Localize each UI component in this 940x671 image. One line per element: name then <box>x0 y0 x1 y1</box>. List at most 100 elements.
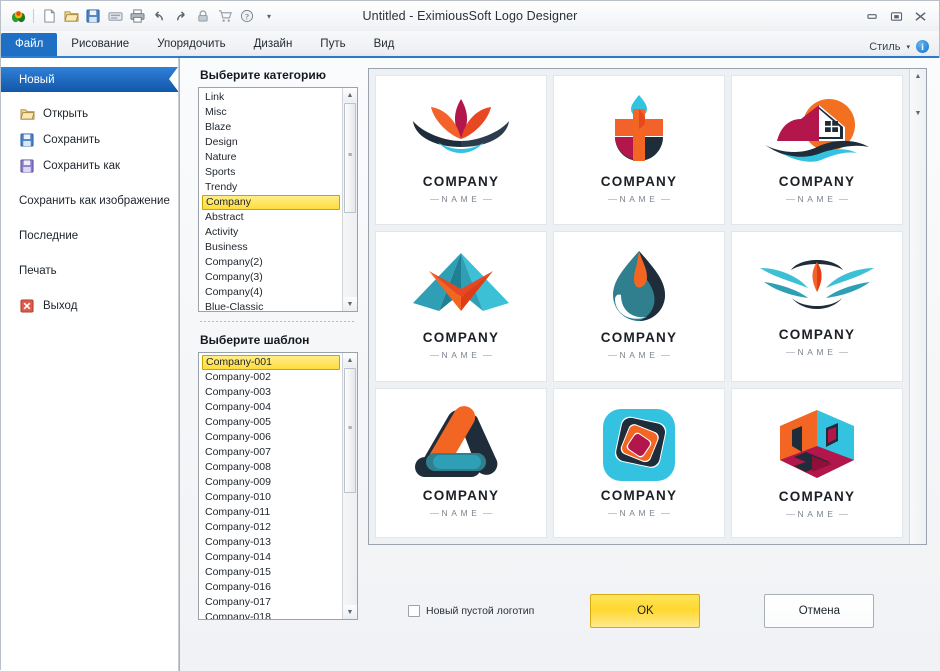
logo-name-text: NAME <box>429 350 493 360</box>
list-item[interactable]: Blue-Classic <box>202 300 342 311</box>
list-item[interactable]: Company-012 <box>202 520 342 535</box>
logo-cell-cross-drop[interactable]: COMPANY NAME <box>553 75 725 226</box>
template-section-title: Выберите шаблон <box>200 333 310 347</box>
list-item[interactable]: Company-011 <box>202 505 342 520</box>
file-menu-item-save-as-image[interactable]: Сохранить как изображение <box>1 188 178 214</box>
list-item[interactable]: Company-008 <box>202 460 342 475</box>
file-menu-item-save[interactable]: Сохранить <box>1 127 178 153</box>
scrollbar-thumb[interactable] <box>910 84 926 106</box>
list-item[interactable]: Link <box>202 90 342 105</box>
maximize-button[interactable] <box>889 10 903 22</box>
print-icon[interactable] <box>126 5 148 27</box>
scroll-down-icon[interactable]: ▼ <box>343 297 357 311</box>
help-icon[interactable]: ? <box>236 5 258 27</box>
logo-caption: COMPANY NAME <box>423 174 499 207</box>
scroll-down-icon[interactable]: ▼ <box>343 605 357 619</box>
list-item[interactable]: Company-018 <box>202 610 342 619</box>
list-item[interactable]: Business <box>202 240 342 255</box>
blank-logo-checkbox[interactable] <box>408 605 420 617</box>
minimize-button[interactable] <box>865 10 879 22</box>
new-document-icon[interactable] <box>38 5 60 27</box>
list-item[interactable]: Company-004 <box>202 400 342 415</box>
list-item[interactable]: Company(2) <box>202 255 342 270</box>
blank-logo-checkbox-wrap[interactable]: Новый пустой логотип <box>408 605 534 617</box>
list-item-selected[interactable]: Company-001 <box>202 355 340 370</box>
list-item[interactable]: Company-014 <box>202 550 342 565</box>
tab-path[interactable]: Путь <box>306 33 359 56</box>
close-button[interactable] <box>913 10 927 22</box>
file-menu-label: Последние <box>19 230 79 242</box>
save-icon[interactable] <box>82 5 104 27</box>
scroll-up-icon[interactable]: ▲ <box>343 353 357 367</box>
list-item[interactable]: Abstract <box>202 210 342 225</box>
style-selector[interactable]: Стиль ▾ i <box>869 40 939 56</box>
file-menu-item-open[interactable]: Открыть <box>1 101 178 127</box>
tab-view[interactable]: Вид <box>360 33 409 56</box>
tab-drawing[interactable]: Рисование <box>57 33 143 56</box>
file-menu-item-exit[interactable]: Выход <box>1 293 178 319</box>
list-item[interactable]: Company-010 <box>202 490 342 505</box>
file-menu-item-new[interactable]: Новый <box>1 67 178 92</box>
tab-design[interactable]: Дизайн <box>240 33 307 56</box>
template-scrollbar[interactable]: ▲ ≡ ▼ <box>342 353 357 619</box>
ok-button[interactable]: OK <box>590 594 701 628</box>
list-item[interactable]: Trendy <box>202 180 342 195</box>
app-logo-icon[interactable] <box>7 5 29 27</box>
logo-cell-lotus[interactable]: COMPANY NAME <box>375 75 547 226</box>
list-item[interactable]: Company-009 <box>202 475 342 490</box>
redo-icon[interactable] <box>170 5 192 27</box>
list-item[interactable]: Design <box>202 135 342 150</box>
list-item[interactable]: Company-005 <box>202 415 342 430</box>
logo-cell-cube-3d[interactable]: COMPANY NAME <box>731 387 903 538</box>
logo-caption: COMPANY NAME <box>601 488 677 521</box>
list-item[interactable]: Company-007 <box>202 445 342 460</box>
list-item-selected[interactable]: Company <box>202 195 340 210</box>
list-item[interactable]: Company-013 <box>202 535 342 550</box>
cart-icon[interactable] <box>214 5 236 27</box>
lock-icon[interactable] <box>192 5 214 27</box>
file-menu-item-print[interactable]: Печать <box>1 258 178 284</box>
list-item[interactable]: Company-003 <box>202 385 342 400</box>
file-menu-label: Открыть <box>43 108 89 120</box>
category-scrollbar[interactable]: ▲ ≡ ▼ <box>342 88 357 311</box>
cancel-button[interactable]: Отмена <box>764 594 875 628</box>
list-item[interactable]: Company-017 <box>202 595 342 610</box>
scroll-up-icon[interactable]: ▲ <box>343 88 357 102</box>
list-item[interactable]: Nature <box>202 150 342 165</box>
file-menu-item-recent[interactable]: Последние <box>1 223 178 249</box>
logo-cell-house-sun[interactable]: COMPANY NAME <box>731 75 903 226</box>
logo-cell-water-drop[interactable]: COMPANY NAME <box>553 231 725 382</box>
chevron-down-icon[interactable]: ▾ <box>906 43 910 51</box>
logo-company-text: COMPANY <box>778 488 856 504</box>
template-listbox[interactable]: Company-001 Company-002 Company-003 Comp… <box>198 352 358 620</box>
list-item[interactable]: Misc <box>202 105 342 120</box>
scroll-down-icon[interactable]: ▼ <box>910 106 926 121</box>
list-item[interactable]: Company-015 <box>202 565 342 580</box>
list-item[interactable]: Company(4) <box>202 285 342 300</box>
scroll-up-icon[interactable]: ▲ <box>910 69 926 84</box>
category-listbox[interactable]: Link Misc Blaze Design Nature Sports Tre… <box>198 87 358 312</box>
undo-icon[interactable] <box>148 5 170 27</box>
list-item[interactable]: Company(3) <box>202 270 342 285</box>
logo-cell-square-nest[interactable]: COMPANY NAME <box>553 387 725 538</box>
overflow-chevron-icon[interactable]: ▾ <box>258 5 280 27</box>
logo-cell-triangle-a[interactable]: COMPANY NAME <box>375 387 547 538</box>
list-item[interactable]: Company-016 <box>202 580 342 595</box>
tab-file[interactable]: Файл <box>1 33 58 56</box>
list-item[interactable]: Blaze <box>202 120 342 135</box>
list-item[interactable]: Activity <box>202 225 342 240</box>
logo-cell-wings[interactable]: COMPANY NAME <box>731 231 903 382</box>
new-logo-dialog: Выберите категорию Link Misc Blaze Desig… <box>179 58 940 671</box>
list-item[interactable]: Company-002 <box>202 370 342 385</box>
logo-cell-star-arrow[interactable]: COMPANY NAME <box>375 231 547 382</box>
open-folder-icon[interactable] <box>60 5 82 27</box>
info-icon[interactable]: i <box>916 40 929 53</box>
preview-scrollbar[interactable]: ▲ ▼ <box>909 69 926 544</box>
logo-name-text: NAME <box>607 350 671 360</box>
print-preview-icon[interactable] <box>104 5 126 27</box>
template-list-inner: Company-001 Company-002 Company-003 Comp… <box>199 353 342 619</box>
list-item[interactable]: Company-006 <box>202 430 342 445</box>
file-menu-item-save-as[interactable]: Сохранить как <box>1 153 178 179</box>
list-item[interactable]: Sports <box>202 165 342 180</box>
tab-arrange[interactable]: Упорядочить <box>143 33 239 56</box>
